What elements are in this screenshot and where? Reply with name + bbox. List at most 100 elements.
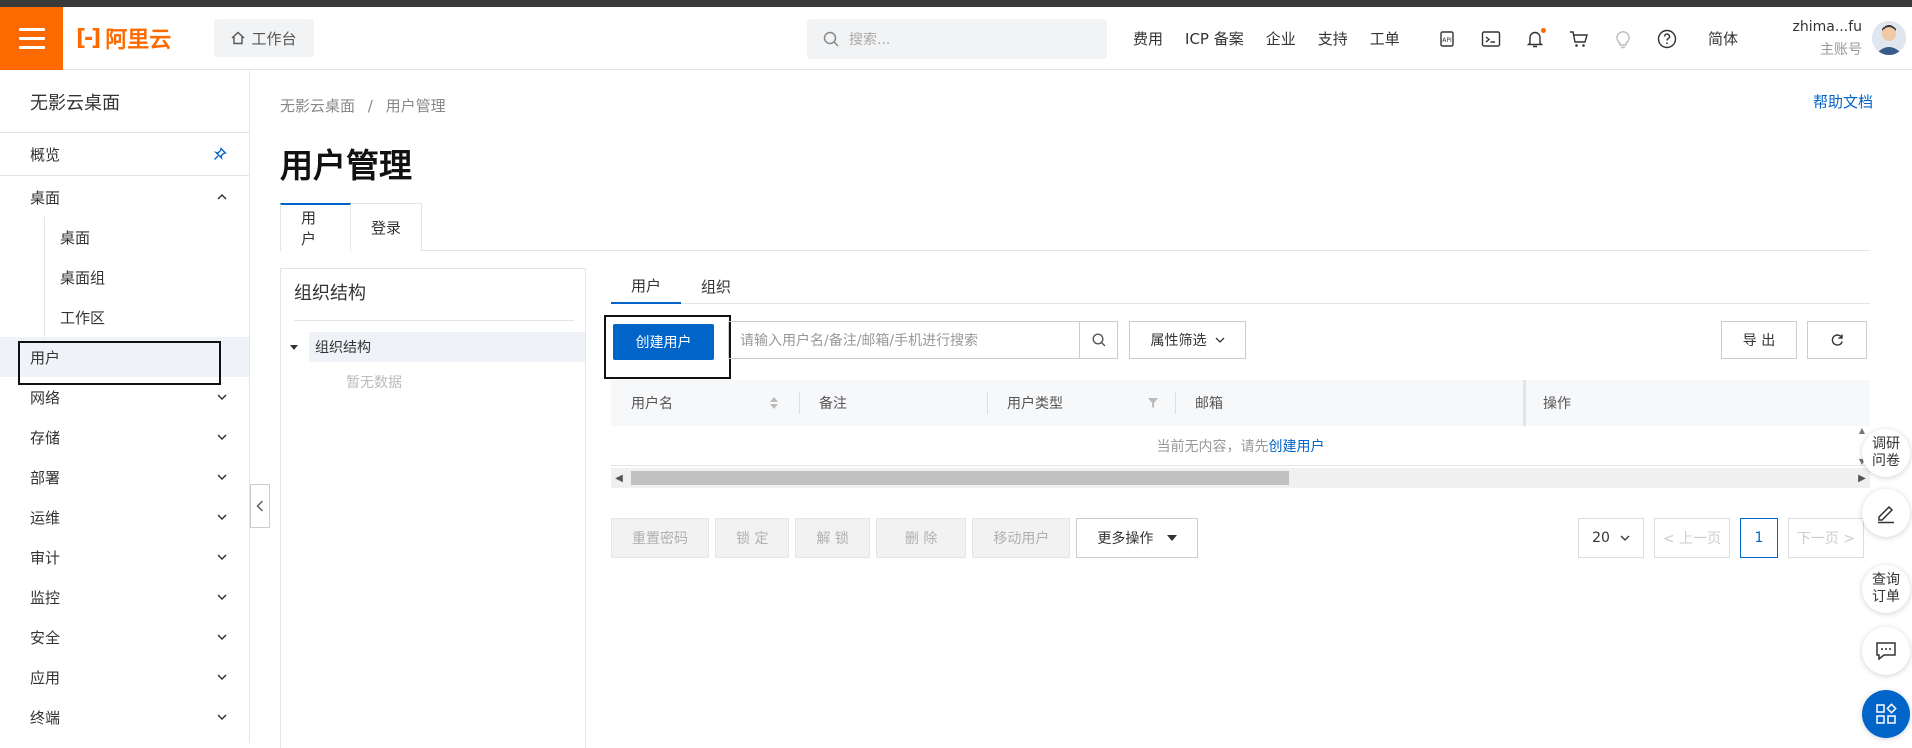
help-icon[interactable]	[1656, 28, 1678, 50]
subtab-org[interactable]: 组织	[681, 268, 751, 304]
page-size-value: 20	[1592, 530, 1610, 546]
sidebar-item-monitor[interactable]: 监控	[0, 577, 249, 617]
sidebar-item-terminal[interactable]: 终端	[0, 697, 249, 737]
link-enterprise[interactable]: 企业	[1266, 28, 1296, 49]
col-remark: 备注	[799, 380, 987, 426]
sidebar-item-apps[interactable]: 应用	[0, 657, 249, 697]
refresh-button[interactable]	[1807, 321, 1867, 359]
page-size-select[interactable]: 20	[1578, 518, 1644, 558]
sidebar-collapse-button[interactable]	[250, 484, 270, 528]
bulb-icon[interactable]	[1612, 28, 1634, 50]
user-search-input[interactable]: 请输入用户名/备注/邮箱/手机进行搜索	[728, 321, 1080, 359]
reset-password-button[interactable]: 重置密码	[611, 518, 709, 558]
survey-float-button[interactable]: 调研 问卷	[1862, 429, 1910, 477]
chevron-down-icon	[217, 434, 227, 441]
lock-button[interactable]: 锁 定	[715, 518, 790, 558]
sidebar-item-desktop-group[interactable]: 桌面	[0, 177, 249, 217]
export-button[interactable]: 导 出	[1721, 321, 1797, 359]
link-icp[interactable]: ICP 备案	[1185, 28, 1244, 49]
workbench-label: 工作台	[251, 29, 297, 48]
link-fees[interactable]: 费用	[1133, 28, 1163, 49]
terminal-icon[interactable]	[1480, 28, 1502, 50]
scroll-left-icon[interactable]: ◀	[611, 468, 627, 488]
pin-icon[interactable]	[213, 147, 227, 161]
delete-button[interactable]: 删 除	[875, 518, 967, 558]
sidebar-item-security[interactable]: 安全	[0, 617, 249, 657]
user-search-placeholder: 请输入用户名/备注/邮箱/手机进行搜索	[740, 333, 979, 349]
sidebar-item-network[interactable]: 网络	[0, 377, 249, 417]
sidebar-divider	[0, 175, 249, 176]
user-search-button[interactable]	[1079, 321, 1118, 359]
bell-icon[interactable]	[1524, 27, 1546, 50]
chevron-down-icon	[217, 394, 227, 401]
global-search-input[interactable]: 搜索...	[807, 19, 1107, 59]
browser-top-strip	[0, 0, 1912, 7]
col-user-type[interactable]: 用户类型	[987, 380, 1175, 426]
empty-text: 当前无内容，请先	[1156, 438, 1269, 455]
tab-users[interactable]: 用户	[280, 203, 351, 251]
feedback-float-button[interactable]	[1862, 489, 1910, 537]
sidebar-item-label: 用户	[30, 348, 61, 367]
col-username[interactable]: 用户名	[611, 380, 799, 426]
menu-hamburger-button[interactable]	[0, 7, 63, 70]
breadcrumb: 无影云桌面 / 用户管理	[280, 95, 446, 116]
scroll-up-icon[interactable]: ▲	[1859, 426, 1865, 435]
subtab-users[interactable]: 用户	[611, 268, 682, 304]
sidebar-item-audit[interactable]: 审计	[0, 537, 249, 577]
attribute-filter-button[interactable]: 属性筛选	[1129, 321, 1246, 359]
api-icon[interactable]: API	[1436, 28, 1458, 50]
col-actions: 操作	[1523, 380, 1870, 426]
sidebar-item-label: 部署	[30, 468, 61, 487]
apps-float-button[interactable]	[1862, 690, 1910, 738]
sidebar: 无影云桌面 概览 桌面 桌面 桌面组 工作区 用户 网络 存储 部署 运维 审计…	[0, 71, 250, 743]
current-page-button[interactable]: 1	[1740, 518, 1778, 558]
account-info[interactable]: zhima...fu 主账号	[1764, 19, 1862, 59]
org-empty-text: 暂无数据	[346, 375, 402, 391]
search-icon	[1091, 333, 1105, 347]
workbench-button[interactable]: 工作台	[214, 19, 314, 57]
top-navigation-bar: [-] 阿里云 工作台 搜索... 费用 ICP 备案 企业 支持 工单 API	[0, 7, 1912, 70]
col-user-type-label: 用户类型	[1007, 396, 1063, 412]
chevron-down-icon	[1620, 535, 1630, 541]
unlock-button[interactable]: 解 锁	[795, 518, 870, 558]
scrollbar-thumb[interactable]	[631, 471, 1289, 485]
help-doc-link[interactable]: 帮助文档	[1813, 91, 1873, 112]
sidebar-item-storage[interactable]: 存储	[0, 417, 249, 457]
org-tree-root[interactable]: 组织结构	[289, 332, 585, 362]
sidebar-item-label: 运维	[30, 508, 61, 527]
create-user-button[interactable]: 创建用户	[613, 324, 714, 360]
avatar[interactable]	[1872, 21, 1906, 55]
logo-text: 阿里云	[105, 28, 172, 53]
sidebar-subitem-workspace[interactable]: 工作区	[0, 297, 249, 337]
table-horizontal-scrollbar[interactable]: ◀ ▶	[611, 468, 1870, 488]
sidebar-subitem-desktop-group[interactable]: 桌面组	[0, 257, 249, 297]
sidebar-item-deploy[interactable]: 部署	[0, 457, 249, 497]
sidebar-item-users[interactable]: 用户	[0, 337, 249, 377]
apps-icon	[1876, 703, 1897, 724]
tab-login[interactable]: 登录	[351, 203, 422, 251]
cart-icon[interactable]	[1568, 28, 1590, 50]
chat-float-button[interactable]	[1862, 627, 1910, 675]
prev-page-button[interactable]: < 上一页	[1654, 518, 1730, 558]
aliyun-logo[interactable]: [-] 阿里云	[76, 21, 171, 55]
sidebar-subitem-desktop[interactable]: 桌面	[0, 217, 249, 257]
language-switch[interactable]: 简体	[1708, 7, 1738, 70]
link-support[interactable]: 支持	[1318, 28, 1348, 49]
breadcrumb-root[interactable]: 无影云桌面	[280, 97, 355, 115]
caret-down-icon[interactable]	[289, 342, 299, 352]
notification-dot	[1541, 27, 1546, 33]
more-actions-dropdown[interactable]: 更多操作	[1076, 518, 1199, 558]
scroll-right-icon[interactable]: ▶	[1854, 468, 1870, 488]
sidebar-item-label: 终端	[30, 708, 61, 727]
sidebar-item-ops[interactable]: 运维	[0, 497, 249, 537]
empty-create-user-link[interactable]: 创建用户	[1269, 436, 1325, 456]
sidebar-item-overview[interactable]: 概览	[0, 134, 249, 174]
home-icon	[232, 31, 245, 45]
next-page-button[interactable]: 下一页 >	[1788, 518, 1864, 558]
orders-float-button[interactable]: 查询 订单	[1862, 565, 1910, 613]
col-username-label: 用户名	[631, 396, 673, 412]
move-user-button[interactable]: 移动用户	[972, 518, 1071, 558]
link-tickets[interactable]: 工单	[1370, 28, 1400, 49]
filter-icon[interactable]	[1147, 397, 1159, 409]
sort-icon[interactable]	[769, 396, 779, 410]
